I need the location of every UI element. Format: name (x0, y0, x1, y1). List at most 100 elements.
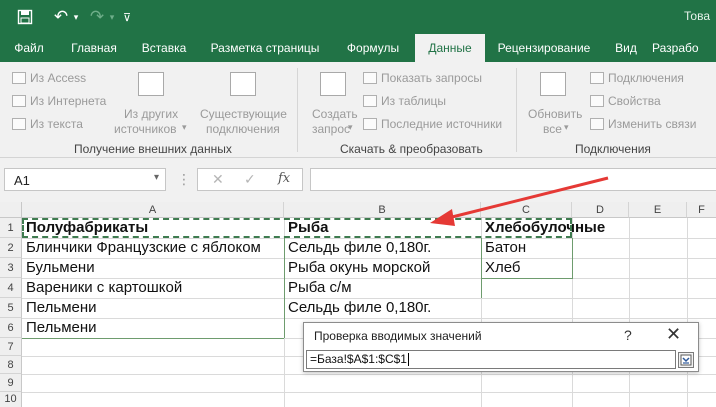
cancel-icon[interactable]: ✕ (212, 171, 224, 188)
row-header-8[interactable]: 8 (0, 356, 22, 374)
source-range-value: =База!$A$1:$C$1 (310, 352, 407, 366)
expand-icon (680, 354, 692, 366)
row-header-1[interactable]: 1 (0, 218, 22, 238)
from-text-label: Из текста (30, 117, 83, 131)
ribbon: Из Access Из Интернета Из текста Из друг… (0, 62, 716, 158)
window-title: Това (684, 9, 710, 23)
show-queries-label: Показать запросы (381, 71, 482, 85)
cell-a3[interactable]: Бульмени (23, 258, 95, 278)
data-validation-dialog: Проверка вводимых значений ? ✕ =База!$A$… (303, 322, 699, 372)
tab-view[interactable]: Вид (606, 34, 646, 62)
row-header-7[interactable]: 7 (0, 338, 22, 356)
gridline (22, 392, 716, 393)
recent-sources-label: Последние источники (381, 117, 503, 131)
cell-b2[interactable]: Сельдь филе 0,180г. (285, 238, 431, 258)
insert-function-icon[interactable]: fx (278, 171, 290, 186)
column-header-b[interactable]: B (284, 202, 481, 218)
show-queries-icon (363, 72, 377, 84)
refresh-all-label-1: Обновить (528, 107, 583, 121)
web-icon (12, 95, 26, 107)
properties-label: Свойства (608, 94, 661, 108)
close-icon[interactable]: ✕ (666, 324, 681, 345)
cell-a1[interactable]: Полуфабрикаты (23, 218, 148, 238)
tab-review[interactable]: Рецензирование (488, 34, 600, 62)
row-header-3[interactable]: 3 (0, 258, 22, 278)
cell-b4[interactable]: Рыба с/м (285, 278, 352, 298)
cell-c3[interactable]: Хлеб (482, 258, 521, 278)
name-box-value: A1 (14, 173, 30, 188)
column-header-e[interactable]: E (629, 202, 687, 218)
expand-dialog-button[interactable] (678, 352, 694, 368)
recent-sources-icon (363, 118, 377, 130)
cell-a5[interactable]: Пельмени (23, 298, 97, 318)
connections-label: Подключения (608, 71, 684, 85)
row-header-10[interactable]: 10 (0, 392, 22, 407)
chevron-down-icon: ▾ (564, 122, 569, 132)
formula-bar-buttons: ✕ ✓ fx (197, 168, 303, 191)
formula-bar-resize-handle[interactable]: ⋮ (177, 171, 191, 188)
tab-home[interactable]: Главная (62, 34, 126, 62)
access-icon (12, 72, 26, 84)
tab-developer[interactable]: Разрабо (652, 34, 716, 62)
worksheet-grid: A B C D E F 1 2 3 4 5 6 7 8 9 10 Полуфаб… (0, 202, 716, 407)
chevron-down-icon: ▾ (182, 122, 187, 132)
new-query-label-2: запрос (312, 122, 351, 136)
customize-toolbar-icon[interactable]: ⊽ (120, 6, 134, 28)
group-label-external-data: Получение внешних данных (74, 142, 232, 156)
undo-icon[interactable]: ↶ (50, 6, 72, 28)
formula-input[interactable] (310, 168, 716, 191)
other-sources-icon (138, 72, 164, 96)
tab-formulas[interactable]: Формулы (336, 34, 410, 62)
refresh-icon (540, 72, 566, 96)
column-header-f[interactable]: F (687, 202, 716, 218)
select-all-corner[interactable] (0, 202, 22, 218)
gridline (629, 218, 630, 407)
undo-dropdown-icon[interactable]: ▾ (70, 6, 82, 28)
table-border (572, 238, 573, 278)
table-border (481, 278, 573, 279)
cell-c2[interactable]: Батон (482, 238, 526, 258)
chevron-down-icon: ▾ (348, 122, 353, 132)
row-header-5[interactable]: 5 (0, 298, 22, 318)
from-access-label: Из Access (30, 71, 87, 85)
cell-b3[interactable]: Рыба окунь морской (285, 258, 430, 278)
connections-icon (590, 72, 604, 84)
title-bar: ↶ ▾ ↷ ▾ ⊽ Това (0, 0, 716, 34)
tab-file[interactable]: Файл (2, 34, 56, 62)
tab-insert[interactable]: Вставка (134, 34, 194, 62)
other-sources-label-2: источников (114, 122, 177, 136)
edit-links-label: Изменить связи (608, 117, 697, 131)
tab-data[interactable]: Данные (415, 34, 485, 62)
existing-connections-label-2: подключения (206, 122, 280, 136)
row-header-4[interactable]: 4 (0, 278, 22, 298)
ribbon-tabs: Файл Главная Вставка Разметка страницы Ф… (0, 34, 716, 62)
redo-icon[interactable]: ↷ (86, 6, 108, 28)
chevron-down-icon[interactable]: ▾ (154, 172, 159, 183)
table-icon (363, 95, 377, 107)
cell-a2[interactable]: Блинчики Французские с яблоком (23, 238, 261, 258)
row-header-6[interactable]: 6 (0, 318, 22, 338)
from-web-label: Из Интернета (30, 94, 107, 108)
redo-dropdown-icon[interactable]: ▾ (106, 6, 118, 28)
column-header-d[interactable]: D (572, 202, 629, 218)
help-icon[interactable]: ? (624, 327, 632, 343)
new-query-label-1: Создать (312, 107, 358, 121)
source-range-input[interactable]: =База!$A$1:$C$1 (306, 350, 676, 369)
column-header-c[interactable]: C (481, 202, 572, 218)
enter-icon[interactable]: ✓ (244, 171, 256, 188)
name-box[interactable]: A1 ▾ (4, 168, 166, 191)
row-header-2[interactable]: 2 (0, 238, 22, 258)
cell-c1[interactable]: Хлебобулочные (482, 218, 605, 238)
save-icon[interactable] (14, 6, 36, 28)
tab-page-layout[interactable]: Разметка страницы (202, 34, 328, 62)
dialog-title: Проверка вводимых значений (314, 329, 482, 343)
cell-a4[interactable]: Вареники с картошкой (23, 278, 182, 298)
column-header-a[interactable]: A (22, 202, 284, 218)
table-border (22, 338, 284, 339)
properties-icon (590, 95, 604, 107)
row-header-9[interactable]: 9 (0, 374, 22, 392)
cell-a6[interactable]: Пельмени (23, 318, 97, 338)
cell-b1[interactable]: Рыба (285, 218, 328, 238)
cell-b5[interactable]: Сельдь филе 0,180г. (285, 298, 431, 318)
refresh-all-label-2: все (543, 122, 562, 136)
